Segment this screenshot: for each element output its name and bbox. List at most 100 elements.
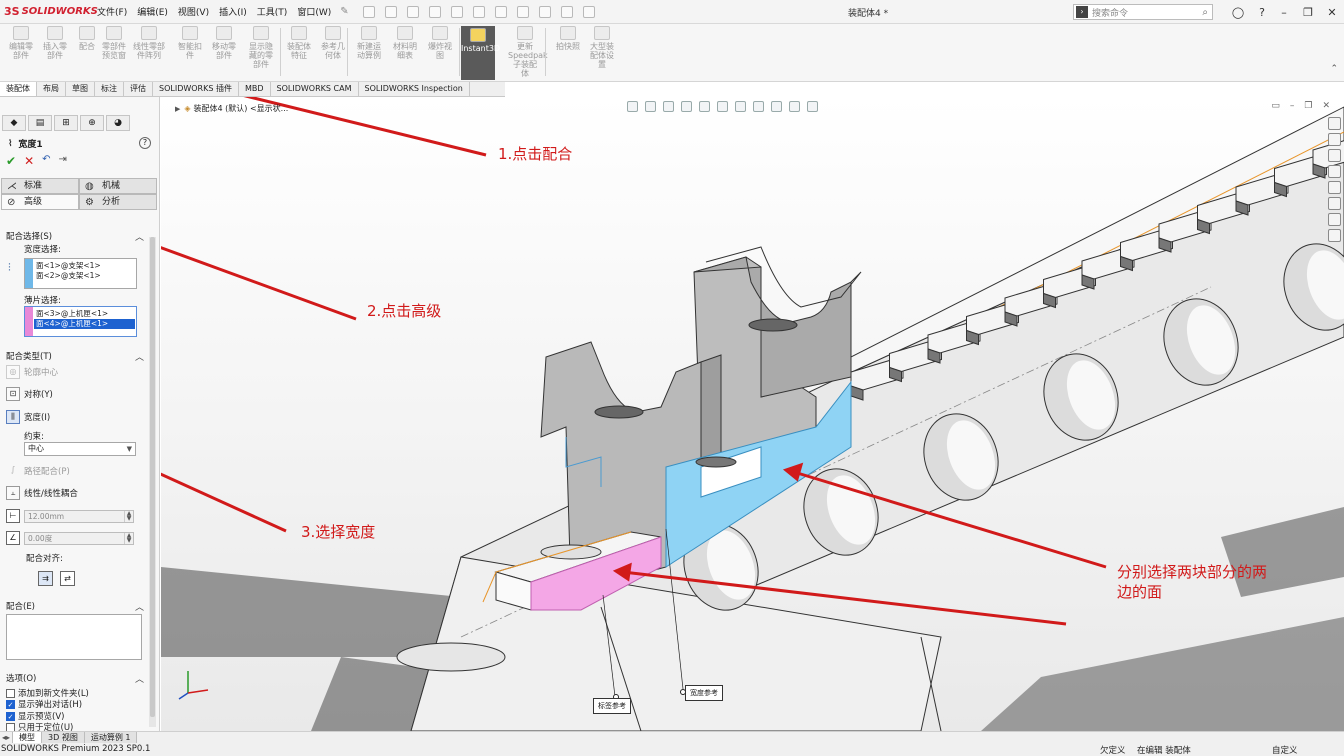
tab-mbd[interactable]: MBD	[239, 82, 271, 96]
constraint-dropdown[interactable]: 中心 ▼	[24, 442, 136, 456]
symmetric-option[interactable]: ⊡ 对称(Y)	[6, 387, 53, 401]
option-show-popup[interactable]: ✓ 显示弹出对话(H)	[6, 698, 82, 710]
menu-insert[interactable]: 插入(I)	[214, 5, 252, 18]
anti-aligned-icon[interactable]: ⇄	[60, 571, 75, 586]
zoom-area-icon[interactable]	[645, 100, 656, 112]
chevron-up-icon[interactable]: ︿	[135, 672, 144, 685]
viewport-split-icon[interactable]: ▭	[1271, 101, 1280, 111]
minimize-icon[interactable]: –	[1272, 6, 1296, 19]
tab-analysis[interactable]: ⚙ 分析	[79, 194, 157, 210]
tab-assembly[interactable]: 装配体	[0, 82, 37, 96]
chevron-up-icon[interactable]: ︿	[135, 350, 144, 363]
search-commands[interactable]: › 搜索命令 ⌕	[1073, 4, 1213, 20]
spin-icon[interactable]: ▲ ▼	[124, 511, 133, 522]
viewport-restore-icon[interactable]: ❐	[1304, 101, 1312, 111]
checkbox-checked[interactable]: ✓	[6, 699, 15, 709]
width-selection-item[interactable]: 面<2>@支架<1>	[36, 271, 101, 281]
search-input[interactable]: 搜索命令	[1092, 6, 1202, 19]
new-motion-study-button[interactable]: 新建运 动算例	[352, 26, 386, 60]
mates-header[interactable]: 配合(E) ︿	[6, 600, 144, 613]
expand-arrow-icon[interactable]: ▶	[175, 105, 180, 113]
undo-icon[interactable]: ↶	[42, 154, 50, 168]
cancel-x-icon[interactable]: ✕	[24, 154, 34, 168]
help-icon[interactable]: ?	[139, 137, 151, 149]
solidworks-resources-icon[interactable]	[1328, 117, 1341, 130]
configuration-manager-icon[interactable]: ⊞	[54, 115, 78, 131]
assembly-features-button[interactable]: 装配体 特征	[282, 26, 316, 60]
insert-components-button[interactable]: 插入零 部件	[38, 26, 72, 60]
apply-scene-icon[interactable]	[789, 100, 800, 112]
tab-motion-study[interactable]: 运动算例 1	[84, 732, 138, 743]
tab-solidworks-inspection[interactable]: SOLIDWORKS Inspection	[359, 82, 470, 96]
options-gear-icon[interactable]	[582, 5, 595, 18]
view-settings-icon[interactable]	[807, 100, 818, 112]
custom-properties-icon[interactable]	[1328, 197, 1341, 210]
feature-manager-icon[interactable]: ◆	[2, 115, 26, 131]
show-hidden-components-button[interactable]: 显示隐 藏的零 部件	[244, 26, 278, 69]
feature-tree-flyout[interactable]: ▶ ◈ 装配体4 (默认) <显示状...	[175, 103, 288, 114]
menu-file[interactable]: 文件(F)	[92, 5, 132, 18]
large-assembly-settings-button[interactable]: 大型装 配体设 置	[585, 26, 619, 69]
panel-scrollbar[interactable]	[149, 237, 156, 727]
mate-type-header[interactable]: 配合类型(T) ︿	[6, 350, 144, 363]
tab-selection-item[interactable]: 面<3>@上机匣<1>	[36, 309, 108, 319]
search-icon[interactable]: ⌕	[1202, 7, 1208, 18]
nav-arrows-icon[interactable]: ◂▸	[0, 732, 14, 743]
checkbox[interactable]	[6, 722, 15, 731]
width-selection-box[interactable]: 面<1>@支架<1> 面<2>@支架<1>	[24, 258, 137, 289]
redo-icon[interactable]	[494, 5, 507, 18]
scrollbar-thumb[interactable]	[150, 237, 155, 717]
open-icon[interactable]	[406, 5, 419, 18]
checkbox[interactable]	[6, 688, 15, 698]
linear-pattern-button[interactable]: 线性零部 件阵列	[132, 26, 166, 60]
select-icon[interactable]	[516, 5, 529, 18]
width-selection-item[interactable]: 面<1>@支架<1>	[36, 261, 101, 271]
pin-icon[interactable]: ✎	[340, 6, 348, 17]
viewport-minimize-icon[interactable]: –	[1290, 101, 1295, 111]
section-view-icon[interactable]	[681, 100, 692, 112]
exploded-view-button[interactable]: 爆炸视 图	[423, 26, 457, 60]
tab-sketch[interactable]: 草图	[66, 82, 95, 96]
help-icon[interactable]: ?	[1250, 6, 1274, 19]
user-icon[interactable]: ◯	[1226, 6, 1250, 19]
rebuild-icon[interactable]	[538, 5, 551, 18]
ribbon-collapse-icon[interactable]: ⌃	[1330, 64, 1338, 74]
dynamic-annotation-icon[interactable]	[699, 100, 710, 112]
file-properties-icon[interactable]	[560, 5, 573, 18]
view-palette-icon[interactable]	[1328, 165, 1341, 178]
home-icon[interactable]	[362, 5, 375, 18]
width-option[interactable]: ⫼ 宽度(I)	[6, 410, 50, 424]
property-manager-icon[interactable]: ▤	[28, 115, 52, 131]
path-mate-option[interactable]: ∫ 路径配合(P)	[6, 464, 70, 478]
checkbox-checked[interactable]: ✓	[6, 711, 15, 721]
ok-check-icon[interactable]: ✔	[6, 154, 16, 168]
display-manager-icon[interactable]: ◕	[106, 115, 130, 131]
tab-evaluate[interactable]: 评估	[124, 82, 153, 96]
aligned-icon[interactable]: ⇉	[38, 571, 53, 586]
viewport-close-icon[interactable]: ✕	[1322, 101, 1330, 111]
model-view[interactable]	[161, 97, 1344, 731]
chevron-up-icon[interactable]: ︿	[135, 230, 144, 243]
restore-icon[interactable]: ❐	[1296, 6, 1320, 19]
menu-view[interactable]: 视图(V)	[173, 5, 214, 18]
tab-mechanical[interactable]: ◍ 机械	[79, 178, 157, 194]
units-custom[interactable]: 自定义	[1272, 744, 1298, 756]
tab-model[interactable]: 模型	[13, 732, 43, 743]
mates-list[interactable]	[6, 614, 142, 660]
tab-layout[interactable]: 布局	[37, 82, 66, 96]
previous-view-icon[interactable]	[663, 100, 674, 112]
instant3d-button[interactable]: Instant3D	[461, 26, 500, 80]
option-positioning-only[interactable]: 只用于定位(U)	[6, 721, 73, 731]
mate-selection-header[interactable]: 配合选择(S) ︿	[6, 230, 144, 243]
edit-component-button[interactable]: 编辑零 部件	[4, 26, 38, 60]
display-style-icon[interactable]	[735, 100, 746, 112]
move-component-button[interactable]: 移动零 部件	[207, 26, 241, 60]
smart-fasteners-button[interactable]: 智能扣 件	[173, 26, 207, 60]
take-snapshot-button[interactable]: 拍快照	[551, 26, 585, 51]
new-icon[interactable]	[384, 5, 397, 18]
dimxpert-manager-icon[interactable]: ⊕	[80, 115, 104, 131]
zoom-fit-icon[interactable]	[627, 100, 638, 112]
3dexperience-icon[interactable]	[1328, 229, 1341, 242]
undo-icon[interactable]	[472, 5, 485, 18]
dimension-label[interactable]: 宽度参考	[685, 685, 723, 701]
